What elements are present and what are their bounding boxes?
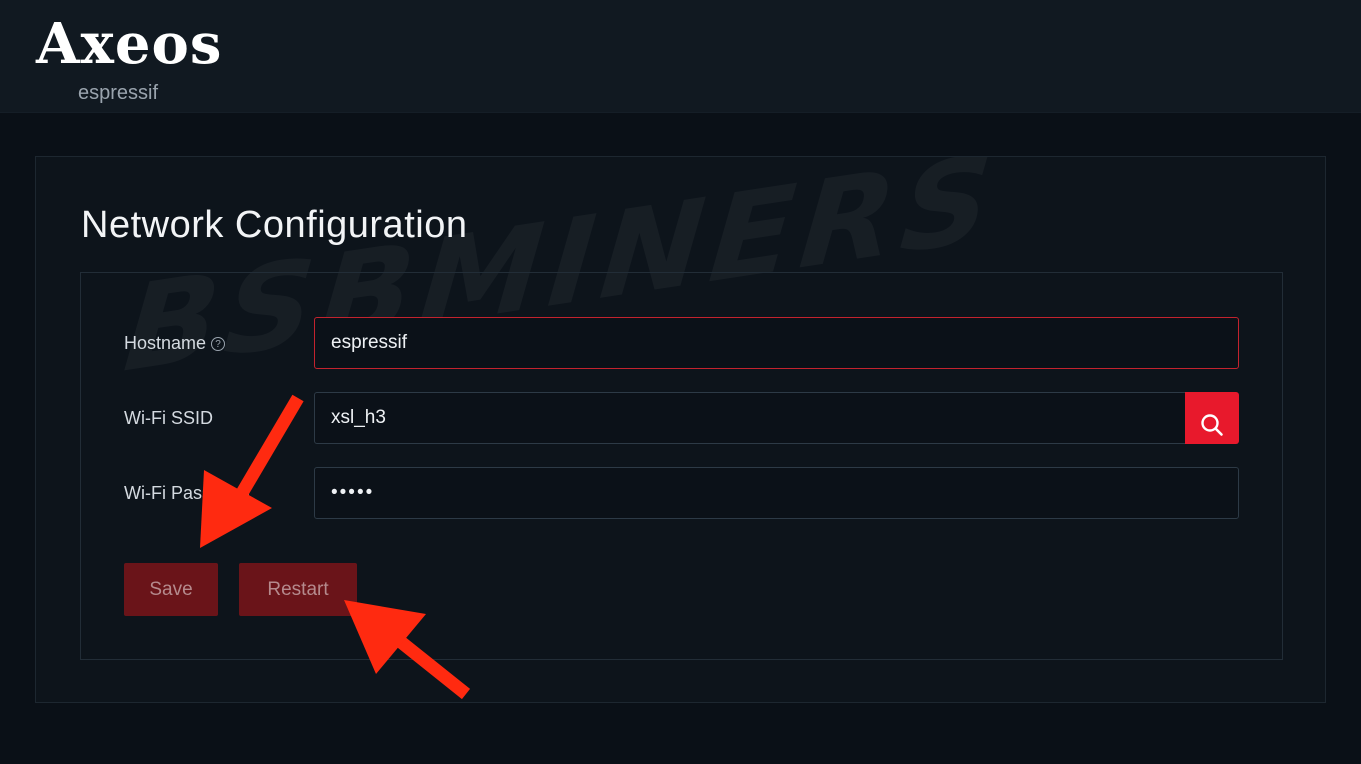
- wifi-ssid-input[interactable]: [314, 392, 1186, 444]
- logo-subtitle: espressif: [78, 82, 159, 104]
- hostname-label: Hostname?: [124, 331, 226, 355]
- wifi-ssid-label: Wi-Fi SSID: [124, 408, 213, 428]
- wifi-password-input[interactable]: [314, 467, 1239, 519]
- axeos-logo[interactable]: Axeos espressif: [36, 12, 226, 107]
- search-icon: [1201, 413, 1223, 436]
- wifi-password-label: Wi-Fi Password: [124, 483, 251, 503]
- page-title: Network Configuration: [81, 204, 468, 246]
- hostname-input[interactable]: [314, 317, 1239, 369]
- logo-wordmark: Axeos: [36, 11, 223, 77]
- wifi-scan-button[interactable]: [1185, 392, 1239, 444]
- top-bar: Axeos espressif: [0, 0, 1361, 113]
- question-circle-icon[interactable]: ?: [211, 337, 226, 352]
- hostname-label-text: Hostname: [124, 333, 207, 353]
- save-button[interactable]: Save: [124, 563, 218, 616]
- restart-button[interactable]: Restart: [239, 563, 357, 616]
